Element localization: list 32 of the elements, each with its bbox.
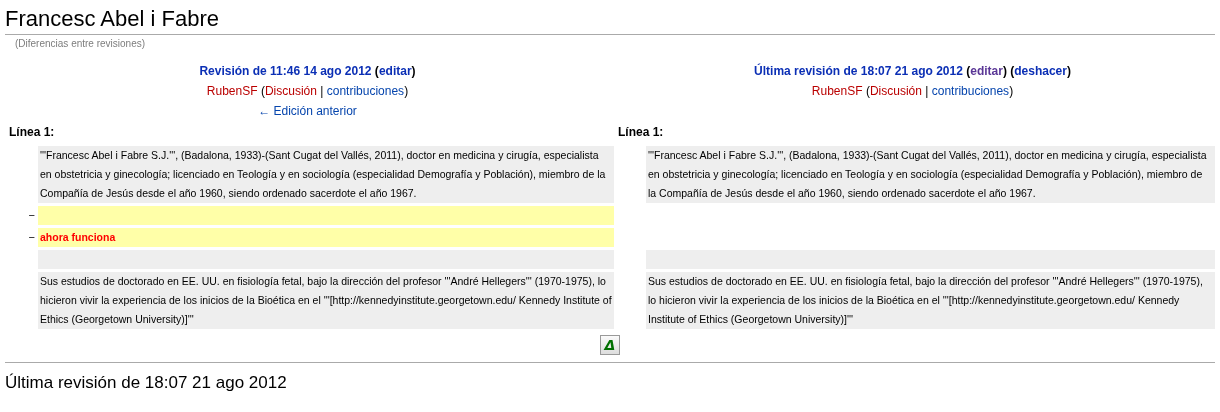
- punctuation-text: (: [259, 84, 265, 98]
- punctuation-text: ): [1066, 64, 1071, 78]
- page-title: Francesc Abel i Fabre: [5, 6, 1215, 35]
- action-link[interactable]: editar: [378, 64, 412, 78]
- page-link[interactable]: contribuciones: [326, 84, 405, 98]
- diff-toggle-button[interactable]: Δ: [600, 335, 620, 355]
- user-link[interactable]: RubenSF: [206, 84, 258, 98]
- page-link[interactable]: ← Edición anterior: [258, 104, 357, 118]
- punctuation-text: (: [373, 64, 379, 78]
- punctuation-text: ): [1009, 84, 1014, 98]
- punctuation-text: ): [411, 64, 416, 78]
- line-number-heading: Línea 1:: [617, 124, 665, 141]
- revision-title-link[interactable]: Revisión de 11:46 14 ago 2012: [199, 64, 372, 78]
- action-link[interactable]: deshacer: [1014, 64, 1067, 78]
- user-link[interactable]: Discusión: [264, 84, 317, 98]
- minus-marker: −: [27, 230, 36, 245]
- punctuation-text: |: [924, 84, 930, 98]
- user-link[interactable]: RubenSF: [811, 84, 863, 98]
- line-number-heading: Línea 1:: [8, 124, 56, 141]
- page-link[interactable]: contribuciones: [931, 84, 1010, 98]
- deleted-text: ahora funciona: [40, 231, 116, 243]
- minus-marker: −: [27, 208, 36, 223]
- revision-heading: Última revisión de 18:07 21 ago 2012: [5, 362, 1215, 393]
- punctuation-text: (: [965, 64, 971, 78]
- subtitle: (Diferencias entre revisiones): [14, 37, 147, 49]
- action-link[interactable]: editar: [970, 64, 1003, 78]
- user-link[interactable]: Discusión: [869, 84, 922, 98]
- punctuation-text: (: [864, 84, 870, 98]
- punctuation-text: ) (: [1002, 64, 1015, 78]
- revision-title-link[interactable]: Última revisión de 18:07 21 ago 2012: [754, 64, 963, 78]
- punctuation-text: ): [404, 84, 409, 98]
- punctuation-text: |: [319, 84, 325, 98]
